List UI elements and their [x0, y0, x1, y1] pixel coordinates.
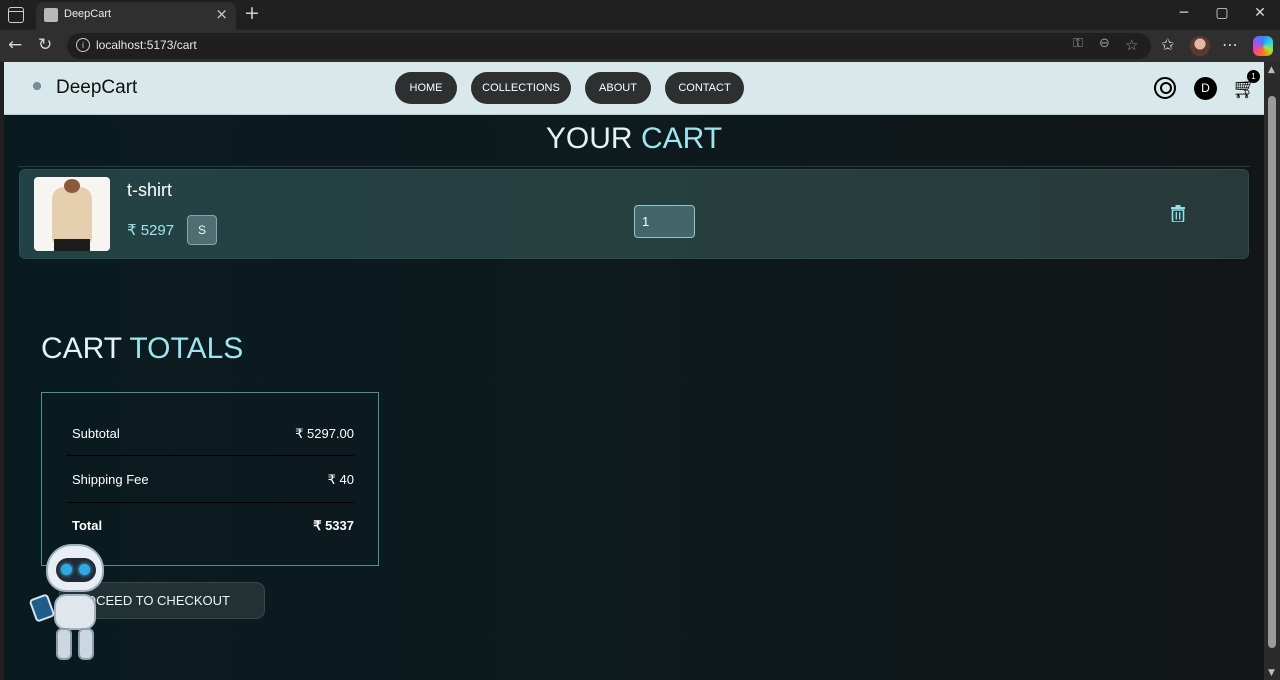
robot-leg: [56, 628, 72, 660]
zoom-icon[interactable]: ⊖: [1099, 36, 1110, 51]
search-icon[interactable]: [1154, 77, 1176, 99]
restore-icon[interactable]: ▢: [1212, 5, 1232, 21]
row-divider: [66, 455, 354, 456]
scroll-down-icon[interactable]: ▼: [1268, 668, 1275, 678]
robot-eye: [79, 564, 90, 575]
user-avatar[interactable]: D: [1194, 77, 1217, 100]
url-text[interactable]: localhost:5173/cart: [96, 38, 197, 52]
cart-item: t-shirt ₹ 5297 S: [19, 169, 1249, 259]
site-navbar: DeepCart HOME COLLECTIONS ABOUT CONTACT …: [4, 62, 1264, 115]
subtotal-row: Subtotal ₹ 5297.00: [72, 426, 354, 456]
robot-leg: [78, 628, 94, 660]
delete-icon[interactable]: [1171, 205, 1185, 222]
model-pants: [54, 239, 90, 251]
tab-title: DeepCart: [64, 8, 112, 20]
robot-head: [46, 544, 104, 592]
minimize-icon[interactable]: ─: [1174, 5, 1194, 21]
new-tab-icon[interactable]: +: [244, 2, 260, 24]
site-info-icon[interactable]: i: [76, 38, 90, 52]
logo-icon[interactable]: [28, 78, 46, 96]
more-menu-icon[interactable]: ⋯: [1222, 35, 1238, 54]
product-image[interactable]: [34, 177, 110, 251]
product-price: ₹ 5297: [127, 222, 175, 239]
row-divider: [66, 502, 354, 503]
browser-tab[interactable]: DeepCart ×: [36, 2, 236, 30]
reload-icon[interactable]: ↻: [38, 35, 52, 55]
tab-actions-icon[interactable]: [8, 7, 24, 23]
browser-tab-bar: DeepCart × + ─ ▢ ✕: [0, 0, 1280, 30]
robot-face: [56, 558, 96, 582]
page-viewport: DeepCart HOME COLLECTIONS ABOUT CONTACT …: [4, 62, 1264, 680]
totals-title: CART TOTALS: [41, 332, 243, 366]
copilot-icon[interactable]: [1253, 36, 1273, 56]
chatbot-robot-icon[interactable]: [28, 540, 108, 664]
model-head: [64, 179, 80, 193]
title-part1: YOUR: [545, 122, 633, 155]
favorite-star-icon[interactable]: ☆: [1125, 36, 1138, 54]
size-badge: S: [187, 215, 217, 245]
subtotal-value: ₹ 5297.00: [295, 426, 354, 441]
scroll-up-icon[interactable]: ▲: [1268, 65, 1275, 75]
browser-toolbar: ← ↻ i localhost:5173/cart ⚿ ⊖ ☆ ✩ ⋯: [0, 30, 1280, 62]
totals-title-part1: CART: [41, 332, 122, 365]
nav-about[interactable]: ABOUT: [585, 72, 651, 104]
nav-home[interactable]: HOME: [395, 72, 457, 104]
title-divider: [18, 166, 1250, 167]
page-scrollbar[interactable]: ▲ ▼: [1264, 62, 1280, 680]
total-value: ₹ 5337: [313, 518, 354, 533]
robot-eye: [61, 564, 72, 575]
shipping-row: Shipping Fee ₹ 40: [72, 472, 354, 502]
quantity-input[interactable]: [634, 205, 695, 238]
robot-body: [54, 594, 96, 630]
totals-title-part2: TOTALS: [129, 332, 244, 365]
tab-close-icon[interactable]: ×: [215, 5, 228, 23]
product-name: t-shirt: [127, 180, 172, 200]
subtotal-label: Subtotal: [72, 426, 120, 441]
nav-contact[interactable]: CONTACT: [665, 72, 744, 104]
total-label: Total: [72, 518, 103, 533]
nav-collections[interactable]: COLLECTIONS: [471, 72, 571, 104]
close-window-icon[interactable]: ✕: [1250, 5, 1270, 21]
scroll-thumb[interactable]: [1268, 96, 1276, 648]
profile-avatar[interactable]: [1190, 36, 1210, 56]
title-part2: CART: [640, 122, 723, 155]
page-title: YOUR CART: [4, 122, 1264, 156]
total-row: Total ₹ 5337: [72, 518, 354, 548]
shipping-value: ₹ 40: [327, 472, 354, 487]
favorites-icon[interactable]: ✩: [1161, 35, 1174, 54]
favicon-icon: [44, 8, 58, 22]
back-icon[interactable]: ←: [8, 35, 22, 55]
brand-name[interactable]: DeepCart: [56, 77, 137, 99]
address-bar[interactable]: i localhost:5173/cart ⚿ ⊖ ☆: [67, 33, 1151, 59]
key-icon[interactable]: ⚿: [1073, 36, 1083, 51]
shipping-label: Shipping Fee: [72, 472, 149, 487]
cart-count-badge: 1: [1247, 70, 1260, 83]
robot-phone: [28, 593, 56, 623]
shirt-shape: [52, 187, 92, 243]
